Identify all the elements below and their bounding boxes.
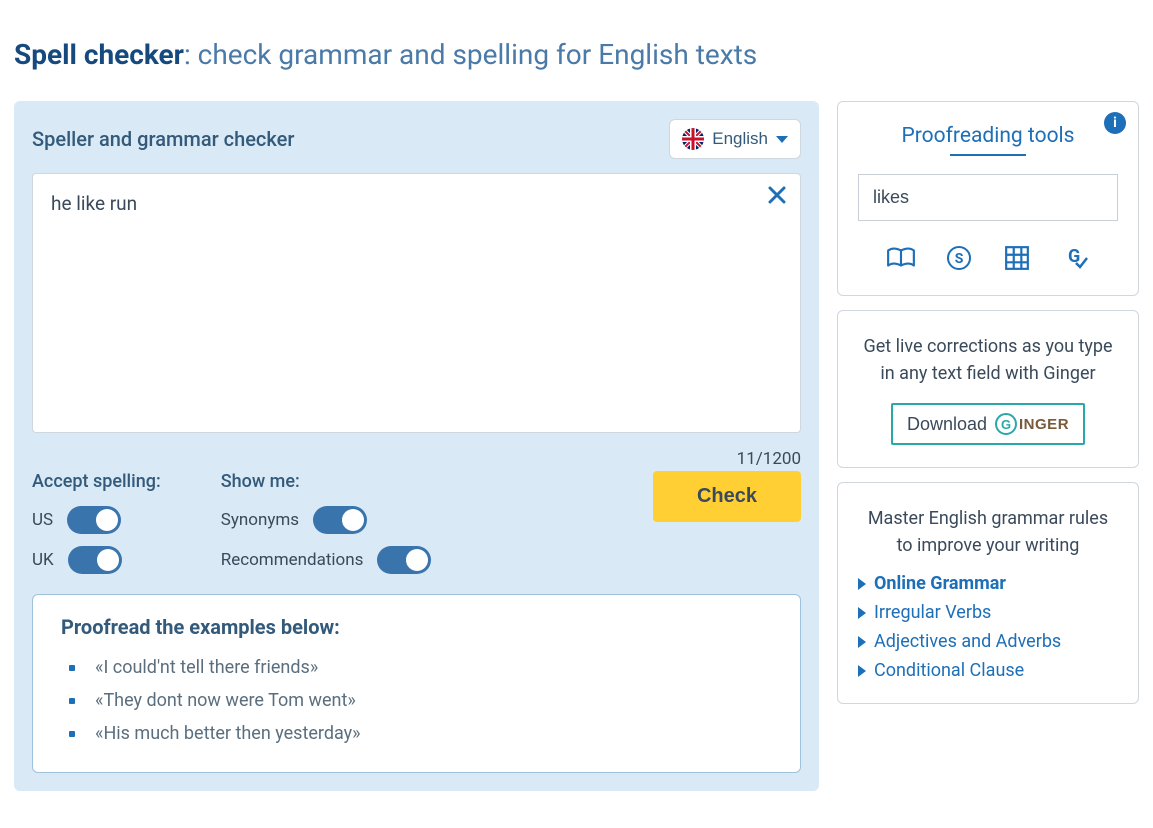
language-label: English: [712, 129, 768, 149]
ginger-text: Get live corrections as you type in any …: [858, 333, 1118, 387]
info-icon[interactable]: i: [1104, 112, 1126, 134]
language-select[interactable]: English: [669, 119, 801, 159]
recommendations-label: Recommendations: [221, 550, 364, 570]
example-text: «I could'nt tell there friends»: [95, 657, 318, 678]
proof-search-input[interactable]: [858, 174, 1118, 221]
bullet-icon: [69, 698, 75, 704]
page-title: Spell checker: check grammar and spellin…: [14, 38, 1139, 71]
link-label: Conditional Clause: [874, 660, 1024, 681]
link-label: Adjectives and Adverbs: [874, 631, 1061, 652]
proofreading-tools-card: i Proofreading tools S G: [837, 101, 1139, 296]
example-item[interactable]: «They dont now were Tom went»: [61, 684, 772, 717]
triangle-right-icon: [858, 578, 866, 590]
example-text: «They dont now were Tom went»: [95, 690, 356, 711]
bullet-icon: [69, 665, 75, 671]
triangle-right-icon: [858, 665, 866, 677]
triangle-right-icon: [858, 607, 866, 619]
link-irregular-verbs[interactable]: Irregular Verbs: [858, 602, 1118, 623]
chevron-down-icon: [776, 136, 788, 143]
link-label: Irregular Verbs: [874, 602, 991, 623]
link-conditional-clause[interactable]: Conditional Clause: [858, 660, 1118, 681]
clear-button[interactable]: [763, 181, 791, 209]
check-button[interactable]: Check: [653, 471, 801, 522]
us-label: US: [32, 510, 53, 530]
checker-heading: Speller and grammar checker: [32, 127, 294, 151]
examples-card: Proofread the examples below: «I could'n…: [32, 594, 801, 773]
ginger-logo-icon: GINGER: [995, 413, 1069, 435]
link-label: Online Grammar: [874, 573, 1006, 594]
link-online-grammar[interactable]: Online Grammar: [858, 573, 1118, 594]
title-rest: : check grammar and spelling for English…: [184, 38, 757, 71]
svg-text:S: S: [955, 251, 964, 267]
checker-card: Speller and grammar checker: [14, 101, 819, 791]
grammar-card-text: Master English grammar rules to improve …: [858, 505, 1118, 559]
example-item[interactable]: «His much better then yesterday»: [61, 717, 772, 750]
link-adjectives-adverbs[interactable]: Adjectives and Adverbs: [858, 631, 1118, 652]
ginger-card: Get live corrections as you type in any …: [837, 310, 1139, 468]
uk-toggle[interactable]: [68, 546, 122, 574]
accept-spelling-label: Accept spelling:: [32, 471, 161, 492]
grammar-links-card: Master English grammar rules to improve …: [837, 482, 1139, 704]
synonyms-label: Synonyms: [221, 510, 299, 530]
us-toggle[interactable]: [67, 506, 121, 534]
download-ginger-button[interactable]: Download GINGER: [891, 403, 1085, 445]
proof-tools-title: Proofreading tools: [858, 124, 1118, 148]
show-me-label: Show me:: [221, 471, 432, 492]
synonyms-toggle[interactable]: [313, 506, 367, 534]
example-item[interactable]: «I could'nt tell there friends»: [61, 651, 772, 684]
uk-label: UK: [32, 550, 54, 570]
download-label: Download: [907, 414, 987, 435]
example-text: «His much better then yesterday»: [95, 723, 361, 744]
title-underline: [950, 154, 1026, 156]
bullet-icon: [69, 731, 75, 737]
char-counter: 11/1200: [32, 449, 801, 469]
title-bold: Spell checker: [14, 38, 184, 71]
uk-flag-icon: [682, 128, 704, 150]
recommendations-toggle[interactable]: [377, 546, 431, 574]
close-icon: [768, 186, 786, 204]
examples-title: Proofread the examples below:: [61, 615, 772, 639]
grammar-check-icon[interactable]: G: [1060, 243, 1090, 273]
triangle-right-icon: [858, 636, 866, 648]
synonyms-icon[interactable]: S: [944, 243, 974, 273]
conjugation-icon[interactable]: [1002, 243, 1032, 273]
text-input[interactable]: [32, 173, 801, 433]
dictionary-icon[interactable]: [886, 243, 916, 273]
